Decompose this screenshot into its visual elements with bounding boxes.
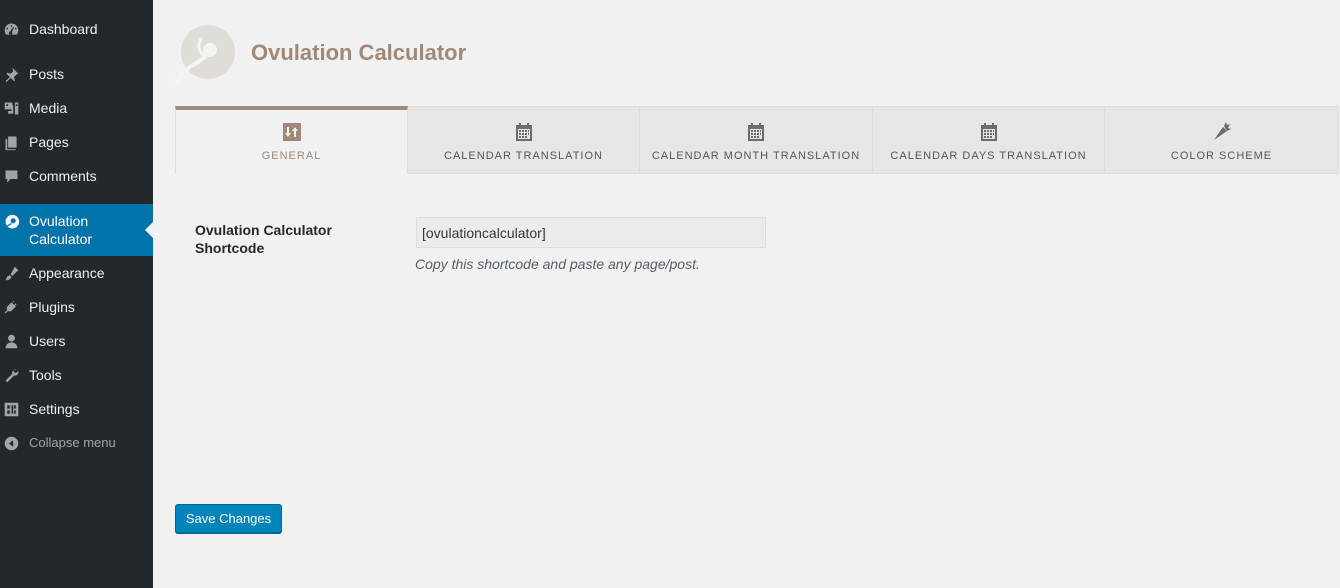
sidebar-item-plugins[interactable]: Plugins bbox=[0, 297, 153, 317]
wrench-icon bbox=[2, 366, 20, 384]
collapse-menu-label: Collapse menu bbox=[29, 435, 116, 450]
sidebar-item-dashboard[interactable]: Dashboard bbox=[0, 19, 153, 39]
settings-icon bbox=[2, 400, 20, 418]
sidebar-item-label: Appearance bbox=[29, 265, 105, 281]
sidebar-item-label: Comments bbox=[29, 168, 97, 184]
page-title: Ovulation Calculator bbox=[251, 40, 467, 65]
sidebar-item-label: Users bbox=[29, 333, 66, 349]
sidebar-item-appearance[interactable]: Appearance bbox=[0, 263, 153, 283]
sidebar-item-posts[interactable]: Posts bbox=[0, 64, 153, 84]
tab-calendar-translation[interactable]: CALENDAR TRANSLATION bbox=[408, 106, 640, 174]
plug-icon bbox=[2, 298, 20, 316]
ovulation-icon bbox=[2, 213, 20, 231]
sidebar-item-settings[interactable]: Settings bbox=[0, 399, 153, 419]
sort-icon bbox=[281, 121, 303, 143]
carrot-icon bbox=[1211, 121, 1233, 143]
collapse-menu-button[interactable]: Collapse menu bbox=[0, 433, 153, 453]
sidebar-item-label: Posts bbox=[29, 66, 65, 82]
tab-label: CALENDAR MONTH TRANSLATION bbox=[651, 150, 861, 162]
sidebar-item-label: Tools bbox=[29, 367, 62, 383]
tab-calendar-month-translation[interactable]: CALENDAR MONTH TRANSLATION bbox=[640, 106, 873, 174]
calendar-icon bbox=[978, 121, 1000, 143]
settings-tabs: GENERAL CALENDAR TRANSLATION CALENDAR MO… bbox=[175, 106, 1339, 174]
pages-icon bbox=[2, 133, 20, 151]
paintbrush-icon bbox=[2, 264, 20, 282]
sidebar-item-media[interactable]: Media bbox=[0, 98, 153, 118]
sidebar-item-comments[interactable]: Comments bbox=[0, 166, 153, 186]
user-icon bbox=[2, 332, 20, 350]
sidebar-item-label: Ovulation Calculator bbox=[29, 213, 93, 247]
sidebar-item-tools[interactable]: Tools bbox=[0, 365, 153, 385]
tab-label: GENERAL bbox=[261, 150, 322, 162]
sidebar-item-label: Media bbox=[29, 100, 68, 116]
tab-label: CALENDAR DAYS TRANSLATION bbox=[890, 150, 1087, 162]
media-icon bbox=[2, 99, 20, 117]
shortcode-input[interactable] bbox=[416, 217, 766, 248]
calendar-icon bbox=[513, 121, 535, 143]
tab-calendar-days-translation[interactable]: CALENDAR DAYS TRANSLATION bbox=[873, 106, 1105, 174]
tab-label: COLOR SCHEME bbox=[1170, 150, 1273, 162]
admin-sidebar: Dashboard Posts Media Pages Comments Ovu… bbox=[0, 0, 153, 588]
sidebar-item-label: Plugins bbox=[29, 299, 75, 315]
sidebar-item-label: Settings bbox=[29, 401, 80, 417]
collapse-icon bbox=[2, 434, 20, 452]
tab-label: CALENDAR TRANSLATION bbox=[444, 150, 603, 162]
sidebar-item-pages[interactable]: Pages bbox=[0, 132, 153, 152]
sidebar-item-ovulation-calculator[interactable]: Ovulation Calculator bbox=[0, 204, 153, 256]
pushpin-icon bbox=[2, 65, 20, 83]
tab-general[interactable]: GENERAL bbox=[175, 106, 408, 174]
tab-color-scheme[interactable]: COLOR SCHEME bbox=[1105, 106, 1339, 174]
sidebar-item-label: Dashboard bbox=[29, 21, 98, 37]
save-changes-button[interactable]: Save Changes bbox=[175, 504, 282, 533]
sidebar-item-label: Pages bbox=[29, 134, 69, 150]
dashboard-icon bbox=[2, 20, 20, 38]
shortcode-label: Ovulation Calculator Shortcode bbox=[195, 222, 332, 256]
shortcode-description: Copy this shortcode and paste any page/p… bbox=[415, 256, 700, 272]
ovulation-logo-icon bbox=[175, 25, 235, 85]
comment-icon bbox=[2, 167, 20, 185]
calendar-icon bbox=[745, 121, 767, 143]
sidebar-item-users[interactable]: Users bbox=[0, 331, 153, 351]
